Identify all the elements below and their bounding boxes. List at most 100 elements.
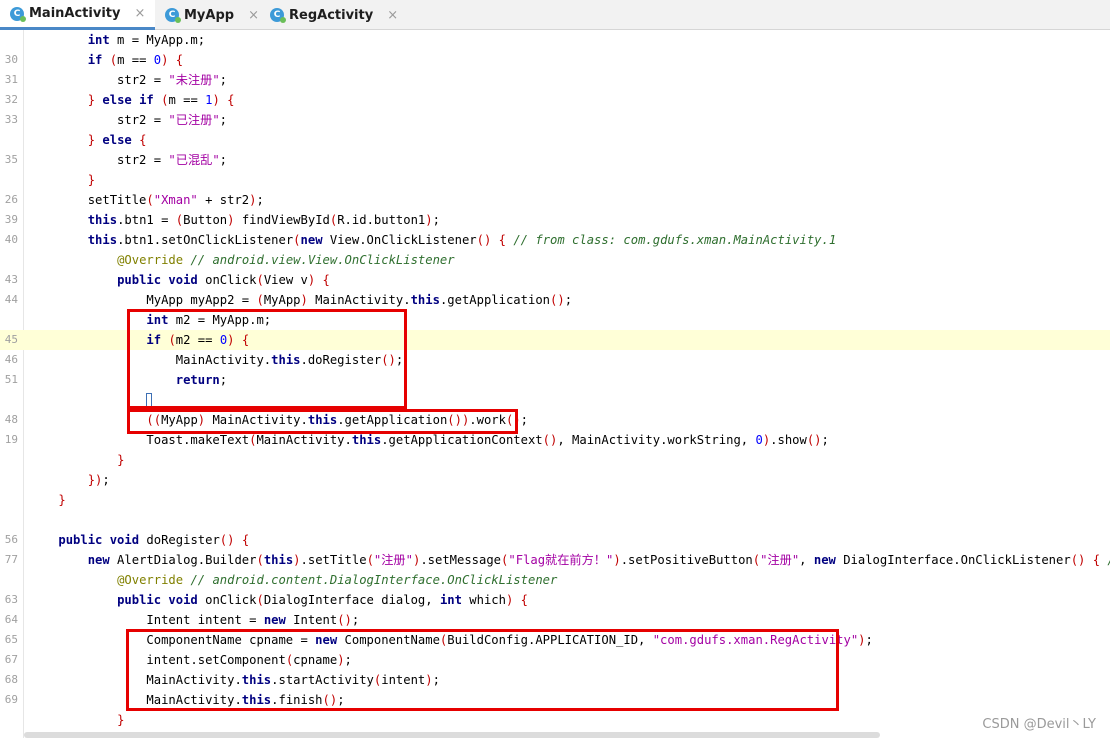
- code-text: public void doRegister() {: [58, 533, 250, 547]
- code-text: public void onClick(DialogInterface dial…: [117, 593, 529, 607]
- code-line[interactable]: 77 new AlertDialog.Builder(this).setTitl…: [0, 550, 1110, 570]
- code-line[interactable]: 30 if (m == 0) {: [0, 50, 1110, 70]
- code-line[interactable]: }: [0, 450, 1110, 470]
- line-number: 32: [4, 93, 18, 106]
- line-number: 77: [4, 553, 18, 566]
- line-number: 48: [4, 413, 18, 426]
- watermark: CSDN @Devil丶LY: [982, 717, 1096, 732]
- line-number: 44: [4, 293, 18, 306]
- code-line[interactable]: 48 ((MyApp) MainActivity.this.getApplica…: [0, 410, 1110, 430]
- line-number: 43: [4, 273, 18, 286]
- editor-tab-bar: C MainActivity × C MyApp × C RegActivity…: [0, 0, 1110, 30]
- close-icon[interactable]: ×: [387, 8, 398, 23]
- code-line[interactable]: 56 public void doRegister() {: [0, 530, 1110, 550]
- line-number: 68: [4, 673, 18, 686]
- code-text: str2 = "已混乱";: [29, 153, 228, 167]
- line-number: 40: [4, 233, 18, 246]
- close-icon[interactable]: ×: [248, 8, 259, 23]
- code-text: if (m2 == 0) {: [146, 333, 250, 347]
- tab-regactivity[interactable]: C RegActivity ×: [260, 0, 408, 30]
- code-text: str2 = "未注册";: [29, 73, 228, 87]
- code-text: return;: [175, 373, 228, 387]
- code-line[interactable]: int m = MyApp.m;: [0, 30, 1110, 50]
- line-number: 39: [4, 213, 18, 226]
- code-editor[interactable]: int m = MyApp.m; 30 if (m == 0) {31 str2 …: [0, 30, 1110, 738]
- tab-mainactivity[interactable]: C MainActivity ×: [0, 0, 156, 30]
- code-line[interactable]: int m2 = MyApp.m;: [0, 310, 1110, 330]
- line-number: 63: [4, 593, 18, 606]
- line-number: 35: [4, 153, 18, 166]
- line-number: 64: [4, 613, 18, 626]
- code-text: if (m == 0) {: [87, 53, 184, 67]
- code-text: }: [117, 453, 125, 467]
- code-line[interactable]: });: [0, 470, 1110, 490]
- code-line[interactable]: 33 str2 = "已注册";: [0, 110, 1110, 130]
- code-line[interactable]: 63 public void onClick(DialogInterface d…: [0, 590, 1110, 610]
- code-text: public void onClick(View v) {: [117, 273, 330, 287]
- code-line[interactable]: 19 Toast.makeText(MainActivity.this.getA…: [0, 430, 1110, 450]
- java-class-icon: C: [10, 6, 26, 22]
- code-line[interactable]: [0, 510, 1110, 530]
- code-text: this.btn1.setOnClickListener(new View.On…: [87, 233, 837, 247]
- java-class-icon: C: [165, 8, 181, 23]
- code-text: MainActivity.this.startActivity(intent);: [29, 673, 440, 687]
- code-text: int m = MyApp.m;: [87, 33, 206, 47]
- line-number: 46: [4, 353, 18, 366]
- code-text: ComponentName cpname = new ComponentName…: [29, 633, 873, 647]
- code-text: MainActivity.this.finish();: [29, 693, 345, 707]
- code-text: int m2 = MyApp.m;: [146, 313, 272, 327]
- code-text: new AlertDialog.Builder(this).setTitle("…: [87, 553, 1110, 567]
- code-line[interactable]: 43 public void onClick(View v) {: [0, 270, 1110, 290]
- code-text: MainActivity.this.doRegister();: [29, 353, 404, 367]
- code-line[interactable]: @Override // android.content.DialogInter…: [0, 570, 1110, 590]
- code-text: }: [117, 713, 125, 727]
- code-line[interactable]: 26 setTitle("Xman" + str2);: [0, 190, 1110, 210]
- code-text: setTitle("Xman" + str2);: [29, 193, 264, 207]
- code-line[interactable]: 46 MainActivity.this.doRegister();: [0, 350, 1110, 370]
- tab-label: RegActivity: [289, 7, 374, 23]
- code-text: this.btn1 = (Button) findViewById(R.id.b…: [87, 213, 440, 227]
- code-text: Intent intent = new Intent();: [29, 613, 360, 627]
- code-line[interactable]: 40 this.btn1.setOnClickListener(new View…: [0, 230, 1110, 250]
- code-text: }: [58, 493, 66, 507]
- line-number: 31: [4, 73, 18, 86]
- horizontal-scrollbar[interactable]: [24, 732, 880, 738]
- line-number: 56: [4, 533, 18, 546]
- tab-myapp[interactable]: C MyApp ×: [155, 0, 269, 30]
- line-number: 33: [4, 113, 18, 126]
- code-text: }: [87, 173, 96, 187]
- code-text: });: [87, 473, 110, 487]
- code-line[interactable]: }: [0, 490, 1110, 510]
- code-line[interactable]: } else {: [0, 130, 1110, 150]
- code-line[interactable]: @Override // android.view.View.OnClickLi…: [0, 250, 1110, 270]
- code-line[interactable]: 45 if (m2 == 0) {: [0, 330, 1110, 350]
- line-number: 45: [4, 333, 18, 346]
- code-text: @Override // android.content.DialogInter…: [117, 573, 558, 587]
- code-line[interactable]: 68 MainActivity.this.startActivity(inten…: [0, 670, 1110, 690]
- java-class-icon: C: [270, 8, 286, 23]
- code-line[interactable]: 44 MyApp myApp2 = (MyApp) MainActivity.t…: [0, 290, 1110, 310]
- code-line[interactable]: 67 intent.setComponent(cpname);: [0, 650, 1110, 670]
- code-text: } else if (m == 1) {: [87, 93, 235, 107]
- close-icon[interactable]: ×: [134, 6, 145, 21]
- code-text: } else {: [87, 133, 147, 147]
- code-line[interactable]: [0, 390, 1110, 410]
- code-line[interactable]: 32 } else if (m == 1) {: [0, 90, 1110, 110]
- code-line[interactable]: 69 MainActivity.this.finish();: [0, 690, 1110, 710]
- tab-label: MyApp: [184, 7, 235, 23]
- code-line[interactable]: 65 ComponentName cpname = new ComponentN…: [0, 630, 1110, 650]
- line-number: 19: [4, 433, 18, 446]
- code-text: ((MyApp) MainActivity.this.getApplicatio…: [146, 413, 529, 427]
- code-line[interactable]: 35 str2 = "已混乱";: [0, 150, 1110, 170]
- line-number: 65: [4, 633, 18, 646]
- line-number: 30: [4, 53, 18, 66]
- code-line[interactable]: 64 Intent intent = new Intent();: [0, 610, 1110, 630]
- code-line[interactable]: 51 return;: [0, 370, 1110, 390]
- line-number: 26: [4, 193, 18, 206]
- code-text: @Override // android.view.View.OnClickLi…: [117, 253, 455, 267]
- code-line[interactable]: 39 this.btn1 = (Button) findViewById(R.i…: [0, 210, 1110, 230]
- tab-label: MainActivity: [29, 6, 121, 21]
- code-line[interactable]: }: [0, 170, 1110, 190]
- code-line[interactable]: }: [0, 710, 1110, 730]
- code-line[interactable]: 31 str2 = "未注册";: [0, 70, 1110, 90]
